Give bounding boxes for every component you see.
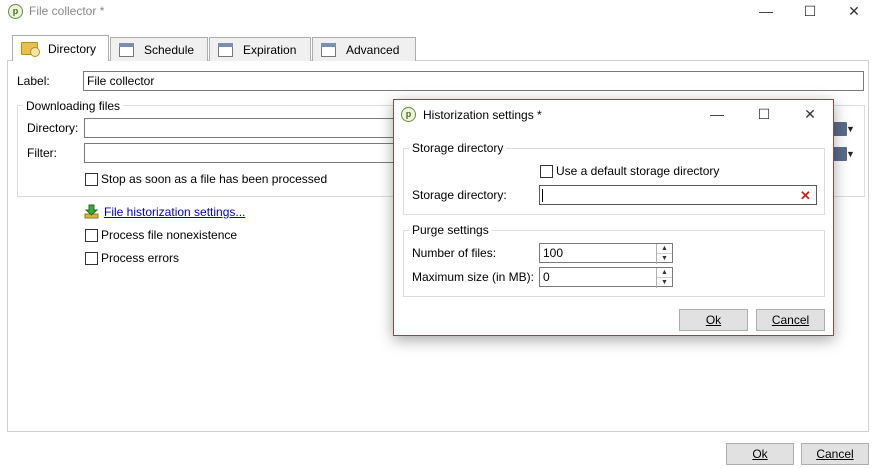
- label-input[interactable]: File collector: [83, 71, 864, 91]
- purge-settings-title: Purge settings: [409, 223, 492, 237]
- ok-button[interactable]: Ok: [726, 443, 794, 465]
- dialog-ok-button[interactable]: Ok: [679, 309, 748, 331]
- clear-icon[interactable]: ✕: [800, 188, 811, 204]
- tab-expiration[interactable]: Expiration: [209, 37, 311, 61]
- calendar-icon: [119, 42, 134, 57]
- dialog-maximize-button[interactable]: ☐: [744, 103, 784, 127]
- directory-caption: Directory:: [27, 121, 79, 135]
- chevron-down-icon[interactable]: ▼: [846, 149, 855, 159]
- cancel-button-label: Cancel: [816, 447, 854, 461]
- label-caption: Label:: [17, 74, 50, 88]
- process-nonexistence-label: Process file nonexistence: [101, 228, 238, 242]
- tab-expiration-label: Expiration: [243, 42, 297, 57]
- process-nonexistence-checkbox[interactable]: [85, 229, 98, 242]
- storage-directory-caption: Storage directory:: [412, 188, 507, 202]
- folder-icon: [21, 42, 40, 57]
- maximum-size-stepper[interactable]: 0 ▲ ▼: [539, 267, 673, 288]
- maximum-size-spinner[interactable]: ▲ ▼: [656, 268, 672, 288]
- historization-dialog: p Historization settings * — ☐ ✕ Storage…: [393, 99, 834, 336]
- stop-processing-checkbox[interactable]: [85, 173, 98, 186]
- tab-directory[interactable]: Directory: [12, 35, 109, 61]
- document-list-icon[interactable]: [833, 122, 847, 136]
- spin-up-icon[interactable]: ▲: [657, 268, 672, 278]
- app-logo-icon: p: [8, 4, 23, 19]
- spin-down-icon[interactable]: ▼: [657, 278, 672, 288]
- number-of-files-stepper[interactable]: 100 ▲ ▼: [539, 243, 673, 264]
- calendar-icon: [218, 42, 233, 57]
- downloading-files-title: Downloading files: [23, 99, 124, 113]
- settings-icon: [321, 42, 336, 57]
- tab-advanced-label: Advanced: [346, 42, 400, 57]
- number-of-files-caption: Number of files:: [412, 246, 497, 260]
- storage-directory-title: Storage directory: [409, 141, 507, 155]
- dialog-cancel-button[interactable]: Cancel: [756, 309, 825, 331]
- tab-schedule-label: Schedule: [144, 42, 195, 57]
- maximize-button[interactable]: ☐: [788, 0, 832, 24]
- window-title: File collector *: [29, 4, 105, 18]
- dialog-minimize-button[interactable]: —: [697, 103, 737, 127]
- maximum-size-value: 0: [543, 270, 550, 284]
- process-errors-label: Process errors: [101, 251, 180, 265]
- spin-up-icon[interactable]: ▲: [657, 244, 672, 254]
- spin-down-icon[interactable]: ▼: [657, 254, 672, 264]
- ok-button-label: Ok: [752, 447, 768, 461]
- process-errors-checkbox[interactable]: [85, 252, 98, 265]
- storage-directory-input[interactable]: [539, 185, 817, 205]
- title-bar: p File collector * — ☐ ✕: [0, 0, 872, 24]
- dialog-cancel-label: Cancel: [771, 313, 810, 327]
- file-historization-link[interactable]: File historization settings...: [104, 205, 245, 219]
- maximum-size-caption: Maximum size (in MB):: [412, 270, 535, 284]
- use-default-storage-label: Use a default storage directory: [556, 164, 720, 178]
- number-of-files-value: 100: [543, 246, 564, 260]
- minimize-button[interactable]: —: [744, 0, 788, 24]
- close-button[interactable]: ✕: [832, 0, 872, 24]
- dialog-ok-label: Ok: [705, 313, 722, 327]
- download-arrow-icon: [84, 204, 99, 219]
- document-list-icon[interactable]: [833, 147, 847, 161]
- dialog-title: Historization settings *: [423, 108, 542, 122]
- number-of-files-spinner[interactable]: ▲ ▼: [656, 244, 672, 264]
- text-cursor: [542, 189, 543, 202]
- use-default-storage-checkbox[interactable]: [540, 165, 553, 178]
- tab-schedule[interactable]: Schedule: [110, 37, 208, 61]
- tab-advanced[interactable]: Advanced: [312, 37, 416, 61]
- dialog-close-button[interactable]: ✕: [790, 103, 830, 127]
- chevron-down-icon[interactable]: ▼: [846, 124, 855, 134]
- app-logo-icon: p: [401, 107, 416, 122]
- tab-directory-label: Directory: [48, 41, 97, 56]
- stop-processing-label: Stop as soon as a file has been processe…: [101, 172, 328, 186]
- cancel-button[interactable]: Cancel: [801, 443, 869, 465]
- filter-caption: Filter:: [27, 146, 57, 160]
